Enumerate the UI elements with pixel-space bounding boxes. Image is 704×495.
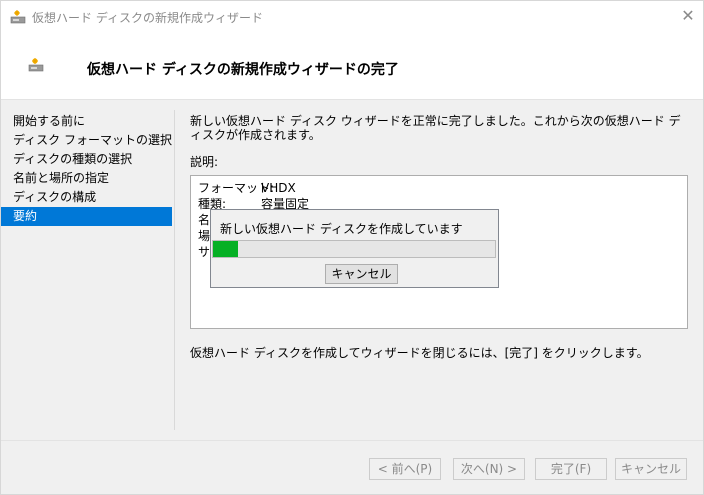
progress-dialog: 新しい仮想ハード ディスクを作成しています キャンセル	[210, 209, 499, 288]
next-button[interactable]: 次へ(N) >	[453, 458, 525, 480]
progress-bar-fill	[213, 241, 238, 257]
wizard-header: 仮想ハード ディスクの新規作成ウィザードの完了	[1, 33, 703, 99]
title-bar: 仮想ハード ディスクの新規作成ウィザード ✕	[1, 1, 703, 33]
disk-icon	[10, 10, 26, 24]
progress-cancel-button[interactable]: キャンセル	[325, 264, 398, 284]
nav-item-configure-disk[interactable]: ディスクの構成	[1, 188, 173, 207]
back-button[interactable]: < 前へ(P)	[369, 458, 441, 480]
nav-item-summary[interactable]: 要約	[1, 207, 172, 226]
wizard-nav: 開始する前に ディスク フォーマットの選択 ディスクの種類の選択 名前と場所の指…	[1, 112, 173, 226]
progress-message: 新しい仮想ハード ディスクを作成しています	[220, 222, 463, 236]
finish-button[interactable]: 完了(F)	[535, 458, 607, 480]
window-title: 仮想ハード ディスクの新規作成ウィザード	[32, 11, 263, 25]
nav-item-choose-format[interactable]: ディスク フォーマットの選択	[1, 131, 173, 150]
nav-item-before-you-begin[interactable]: 開始する前に	[1, 112, 173, 131]
cancel-button[interactable]: キャンセル	[615, 458, 687, 480]
button-bar: < 前へ(P) 次へ(N) > 完了(F) キャンセル	[1, 441, 703, 494]
content-area: 新しい仮想ハード ディスク ウィザードを正常に完了しました。これから次の仮想ハー…	[190, 114, 690, 169]
summary-value: VHDX	[261, 181, 296, 195]
disk-icon	[28, 57, 44, 73]
close-icon[interactable]: ✕	[673, 1, 703, 31]
nav-item-choose-type[interactable]: ディスクの種類の選択	[1, 150, 173, 169]
summary-key: フォーマット:	[198, 181, 275, 195]
intro-text: 新しい仮想ハード ディスク ウィザードを正常に完了しました。これから次の仮想ハー…	[190, 114, 681, 142]
wizard-window: 仮想ハード ディスクの新規作成ウィザード ✕ 仮想ハード ディスクの新規作成ウィ…	[0, 0, 704, 495]
summary-row: フォーマット:VHDX	[198, 179, 296, 196]
progress-bar	[212, 240, 496, 258]
finish-instruction: 仮想ハード ディスクを作成してウィザードを閉じるには、[完了] をクリックします…	[190, 346, 649, 360]
page-title: 仮想ハード ディスクの新規作成ウィザードの完了	[87, 62, 399, 78]
nav-divider	[174, 110, 175, 430]
nav-item-name-location[interactable]: 名前と場所の指定	[1, 169, 173, 188]
description-label: 説明:	[190, 155, 219, 169]
